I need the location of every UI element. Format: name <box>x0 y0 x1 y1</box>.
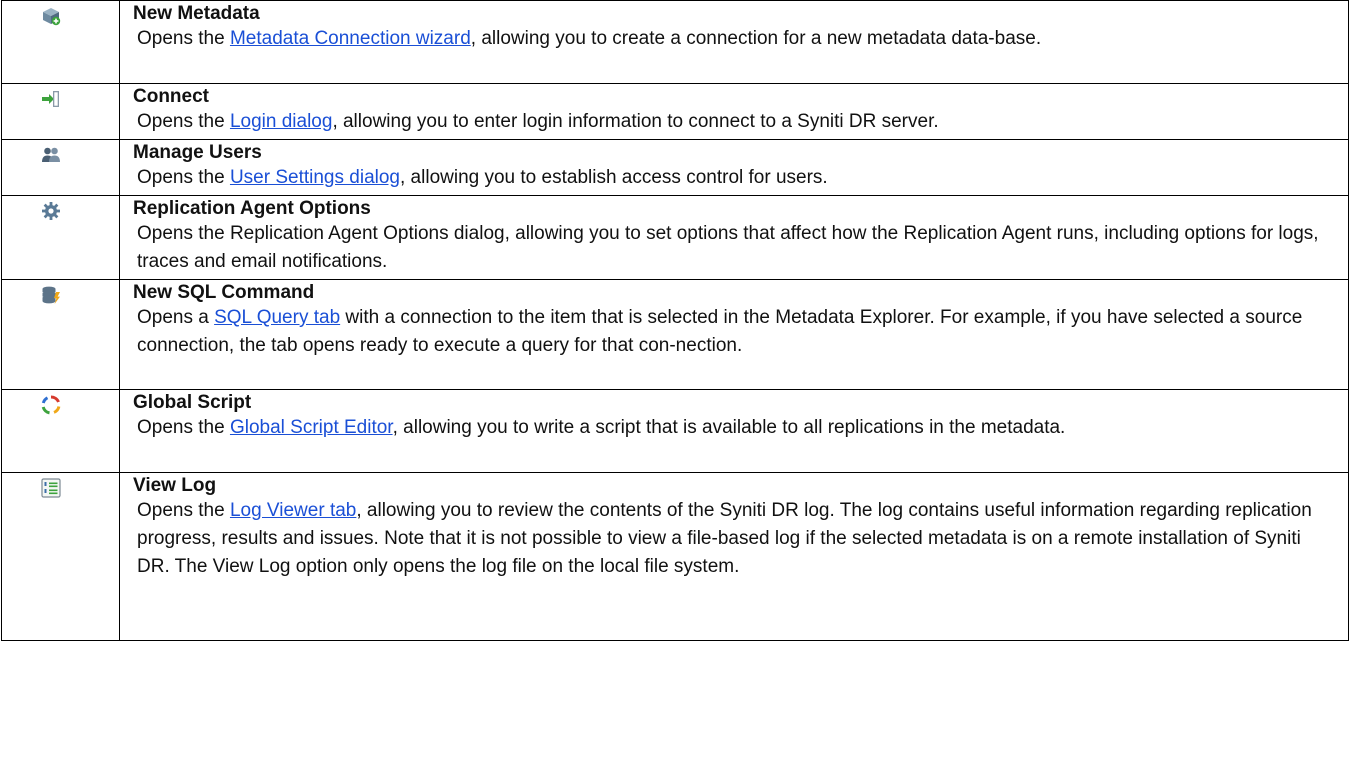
command-description: Opens the Global Script Editor, allowing… <box>137 417 1066 438</box>
command-title: Global Script <box>133 392 252 413</box>
command-description: Opens the Metadata Connection wizard, al… <box>137 28 1042 49</box>
command-title: View Log <box>133 475 217 496</box>
manage-users-icon <box>41 145 61 165</box>
command-title: New SQL Command <box>133 282 315 303</box>
command-title: New Metadata <box>133 3 260 24</box>
command-title: Replication Agent Options <box>133 198 371 219</box>
sql-query-tab-link[interactable]: SQL Query tab <box>214 307 340 328</box>
numbered-list-icon <box>41 478 61 498</box>
command-title: Connect <box>133 86 209 107</box>
database-sql-icon <box>41 285 61 305</box>
table-row: Connect Opens the Login dialog, allowing… <box>1 83 1349 140</box>
command-title: Manage Users <box>133 142 262 163</box>
global-script-icon <box>41 395 61 415</box>
table-row: View Log Opens the Log Viewer tab, allow… <box>1 472 1349 641</box>
table-row: Global Script Opens the Global Script Ed… <box>1 389 1349 473</box>
connect-icon <box>41 89 61 109</box>
login-dialog-link[interactable]: Login dialog <box>230 111 332 132</box>
log-viewer-tab-link[interactable]: Log Viewer tab <box>230 500 356 521</box>
table-row: New SQL Command Opens a SQL Query tab wi… <box>1 279 1349 390</box>
command-description: Opens a SQL Query tab with a connection … <box>137 307 1303 356</box>
command-table: New Metadata Opens the Metadata Connecti… <box>1 0 1349 641</box>
command-description: Opens the User Settings dialog, allowing… <box>137 167 828 188</box>
command-description: Opens the Login dialog, allowing you to … <box>137 111 939 132</box>
command-description: Opens the Replication Agent Options dial… <box>137 223 1319 272</box>
global-script-editor-link[interactable]: Global Script Editor <box>230 417 393 438</box>
table-row: New Metadata Opens the Metadata Connecti… <box>1 0 1349 84</box>
user-settings-dialog-link[interactable]: User Settings dialog <box>230 167 400 188</box>
metadata-connection-wizard-link[interactable]: Metadata Connection wizard <box>230 28 471 49</box>
new-metadata-icon <box>41 6 61 26</box>
command-description: Opens the Log Viewer tab, allowing you t… <box>137 500 1312 577</box>
table-row: Manage Users Opens the User Settings dia… <box>1 139 1349 196</box>
gear-icon <box>41 201 61 221</box>
table-row: Replication Agent Options Opens the Repl… <box>1 195 1349 280</box>
